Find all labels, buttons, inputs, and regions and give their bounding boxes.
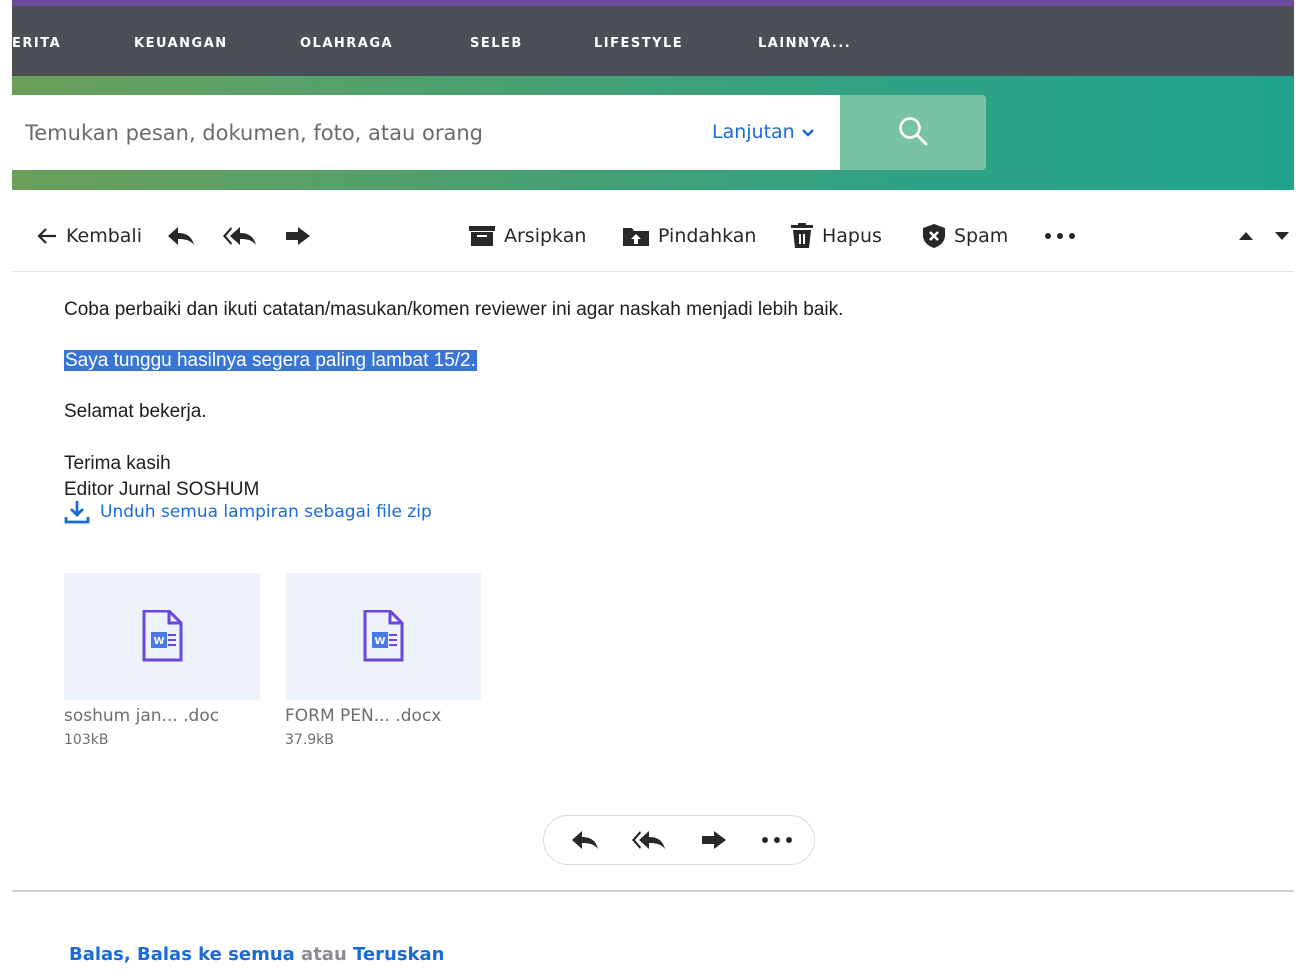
delete-label: Hapus	[822, 225, 882, 247]
download-all-label: Unduh semua lampiran sebagai file zip	[100, 502, 432, 522]
quick-reply-all-link[interactable]: Balas ke semua	[137, 944, 295, 965]
move-to-folder-icon	[623, 228, 649, 246]
attachment-thumbnail: W	[285, 573, 481, 700]
advanced-search-toggle[interactable]: Lanjutan	[712, 95, 815, 170]
nav-item-keuangan[interactable]: KEUANGAN	[134, 6, 228, 76]
delete-button[interactable]: Hapus	[790, 205, 882, 267]
reply-icon	[168, 227, 194, 245]
pill-more-button[interactable]	[752, 816, 802, 864]
forward-button[interactable]	[284, 205, 312, 267]
pill-reply-button[interactable]	[560, 816, 610, 864]
pill-forward-button[interactable]	[689, 816, 739, 864]
attachment-card[interactable]: W soshum jan... .doc 103kB	[64, 573, 260, 748]
reply-icon	[572, 831, 598, 849]
previous-message-button[interactable]	[1238, 205, 1254, 267]
more-horizontal-icon	[762, 837, 792, 843]
quick-forward-link[interactable]: Teruskan	[353, 944, 444, 965]
message-line-2: Saya tunggu hasilnya segera paling lamba…	[64, 350, 477, 372]
next-message-button[interactable]	[1274, 205, 1290, 267]
forward-icon	[286, 227, 310, 245]
nav-item-berita[interactable]: ERITA	[12, 6, 61, 76]
search-box: Lanjutan	[12, 95, 840, 170]
pill-reply-all-button[interactable]	[624, 816, 674, 864]
caret-up-icon	[1239, 232, 1253, 240]
message-actions-pill	[543, 815, 815, 865]
message-line-4: Terima kasih	[64, 453, 171, 474]
advanced-search-label: Lanjutan	[712, 121, 795, 143]
archive-label: Arsipkan	[504, 225, 587, 247]
chevron-down-icon	[801, 95, 815, 170]
message-line-1: Coba perbaiki dan ikuti catatan/masukan/…	[64, 299, 844, 320]
reply-all-button[interactable]	[222, 205, 258, 267]
message-signature: Editor Jurnal SOSHUM	[64, 479, 260, 500]
message-end-divider	[12, 890, 1294, 892]
back-label: Kembali	[66, 225, 142, 247]
move-button[interactable]: Pindahkan	[622, 205, 756, 267]
spam-button[interactable]: Spam	[922, 205, 1008, 267]
spam-label: Spam	[954, 225, 1009, 247]
attachment-card[interactable]: W FORM PEN... .docx 37.9kB	[285, 573, 481, 748]
forward-icon	[702, 831, 726, 849]
nav-item-lifestyle[interactable]: LIFESTYLE	[594, 6, 683, 76]
nav-item-lainnya[interactable]: LAINNYA...	[758, 6, 851, 76]
top-nav: ERITA KEUANGAN OLAHRAGA SELEB LIFESTYLE …	[12, 6, 1294, 76]
quick-reply-separator: ,	[123, 944, 138, 965]
archive-button[interactable]: Arsipkan	[468, 205, 586, 267]
message-toolbar: Kembali Arsipkan Pindahkan Hapus Spam	[12, 205, 1294, 267]
arrow-left-icon	[37, 228, 56, 244]
reply-button[interactable]	[166, 205, 196, 267]
message-line-3: Selamat bekerja.	[64, 401, 207, 422]
quick-reply-or: atau	[294, 944, 354, 965]
trash-icon	[791, 223, 813, 248]
attachment-name: soshum jan... .doc	[64, 706, 220, 726]
download-all-link[interactable]: Unduh semua lampiran sebagai file zip	[64, 500, 432, 524]
quick-reply-link[interactable]: Balas	[69, 944, 124, 965]
attachment-name: FORM PEN... .docx	[285, 706, 442, 726]
selected-text: Saya tunggu hasilnya segera paling lamba…	[64, 350, 477, 371]
reply-all-icon	[632, 831, 665, 849]
word-doc-icon: W	[142, 610, 183, 662]
more-horizontal-icon	[1045, 233, 1075, 239]
archive-icon	[469, 226, 495, 246]
reply-all-icon	[223, 227, 256, 245]
search-input[interactable]	[25, 95, 665, 170]
download-icon	[64, 501, 90, 524]
quick-reply-links: Balas, Balas ke semua atau Teruskan	[69, 944, 444, 965]
back-button[interactable]: Kembali	[36, 205, 142, 267]
svg-text:W: W	[153, 636, 164, 647]
shield-icon	[923, 224, 945, 248]
caret-down-icon	[1275, 232, 1289, 240]
attachment-size: 103kB	[64, 732, 109, 748]
more-actions-button[interactable]	[1044, 205, 1076, 267]
move-label: Pindahkan	[658, 225, 757, 247]
attachment-thumbnail: W	[64, 573, 260, 700]
search-button[interactable]	[840, 95, 986, 170]
search-icon	[899, 117, 928, 146]
word-doc-icon: W	[363, 610, 404, 662]
svg-text:W: W	[374, 636, 385, 647]
attachment-size: 37.9kB	[285, 732, 334, 748]
nav-item-olahraga[interactable]: OLAHRAGA	[300, 6, 393, 76]
nav-item-seleb[interactable]: SELEB	[470, 6, 523, 76]
toolbar-divider	[12, 271, 1294, 272]
